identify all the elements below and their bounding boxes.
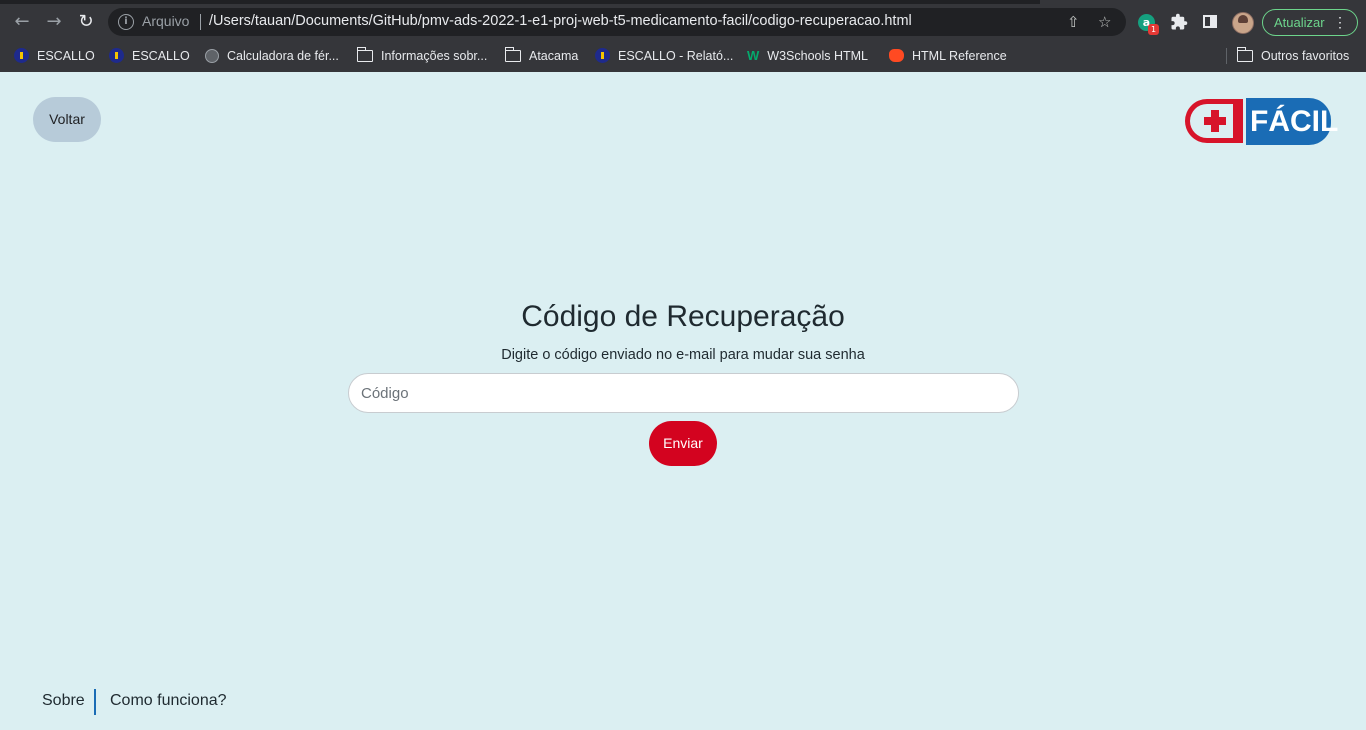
update-button[interactable]: Atualizar ⋮ — [1262, 9, 1358, 36]
bookmark-label: ESCALLO — [132, 49, 190, 63]
more-menu-icon[interactable]: ⋮ — [1333, 10, 1347, 35]
extension-badge: 1 — [1148, 24, 1159, 35]
address-bar[interactable]: i Arquivo /Users/tauan/Documents/GitHub/… — [108, 8, 1126, 36]
escallo-icon — [14, 48, 29, 64]
bookmark-w3schools[interactable]: W W3Schools HTML — [747, 47, 868, 65]
bookmark-label: Informações sobr... — [381, 49, 488, 63]
bookmark-label: HTML Reference — [912, 49, 1007, 63]
page-subtitle: Digite o código enviado no e-mail para m… — [501, 347, 865, 363]
folder-icon — [356, 46, 373, 62]
bookmark-escallo-relatorio[interactable]: ESCALLO - Relató... — [595, 47, 733, 65]
escallo-icon — [109, 48, 124, 64]
bookmark-escallo-2[interactable]: ESCALLO — [109, 47, 190, 65]
address-scheme-label: Arquivo — [142, 13, 190, 29]
bookmark-label: Outros favoritos — [1261, 49, 1350, 63]
folder-icon — [1236, 46, 1253, 62]
bookmark-other-favorites[interactable]: Outros favoritos — [1236, 46, 1350, 65]
footer-divider — [94, 689, 96, 715]
info-icon[interactable]: i — [118, 14, 134, 30]
bookmark-label: W3Schools HTML — [767, 49, 869, 63]
share-icon[interactable]: ⇧ — [1067, 13, 1080, 31]
bookmarks-divider — [1226, 48, 1227, 64]
medicamento-facil-logo: FÁCIL — [1184, 97, 1338, 147]
folder-icon — [504, 46, 521, 62]
bookmark-folder-informacoes[interactable]: Informações sobr... — [356, 46, 488, 65]
address-separator — [200, 14, 201, 30]
back-button[interactable]: Voltar — [33, 97, 101, 142]
bookmark-label: ESCALLO - Relató... — [618, 49, 734, 63]
reload-icon[interactable]: ↻ — [72, 8, 100, 36]
html-reference-icon — [889, 49, 904, 63]
bookmark-label: Calculadora de fér... — [227, 49, 339, 63]
recovery-code-input[interactable] — [348, 373, 1019, 413]
bookmark-star-icon[interactable]: ☆ — [1098, 13, 1111, 31]
address-url[interactable]: /Users/tauan/Documents/GitHub/pmv-ads-20… — [209, 13, 912, 29]
w3schools-icon: W — [747, 47, 760, 63]
bookmark-label: Atacama — [529, 49, 579, 63]
browser-chrome: ← → ↻ i Arquivo /Users/tauan/Documents/G… — [0, 0, 1366, 72]
footer-link-how-it-works[interactable]: Como funciona? — [110, 692, 227, 710]
logo-cross-vertical — [1211, 110, 1219, 132]
extensions-puzzle-icon[interactable] — [1170, 13, 1188, 31]
bookmark-label: ESCALLO — [37, 49, 95, 63]
side-panel-icon[interactable] — [1203, 15, 1217, 28]
page-title: Código de Recuperação — [521, 300, 845, 333]
globe-icon — [205, 48, 219, 63]
bookmark-calculadora[interactable]: Calculadora de fér... — [205, 47, 339, 65]
browser-toolbar: ← → ↻ i Arquivo /Users/tauan/Documents/G… — [0, 4, 1366, 40]
escallo-icon — [595, 48, 610, 64]
update-button-label: Atualizar — [1274, 15, 1325, 30]
back-arrow-icon[interactable]: ← — [8, 8, 36, 36]
page-content: Voltar FÁCIL Código de Recuperação Digit… — [0, 72, 1366, 730]
bookmark-folder-atacama[interactable]: Atacama — [504, 46, 579, 65]
bookmark-html-reference[interactable]: HTML Reference — [889, 47, 1007, 65]
send-button[interactable]: Enviar — [649, 421, 717, 466]
bookmark-escallo-1[interactable]: ESCALLO — [14, 47, 95, 65]
logo-text: FÁCIL — [1246, 98, 1338, 145]
bookmarks-bar: ESCALLO ESCALLO Calculadora de fér... In… — [0, 44, 1366, 68]
footer-link-about[interactable]: Sobre — [42, 692, 85, 710]
forward-arrow-icon[interactable]: → — [40, 8, 68, 36]
profile-avatar[interactable] — [1232, 12, 1254, 34]
